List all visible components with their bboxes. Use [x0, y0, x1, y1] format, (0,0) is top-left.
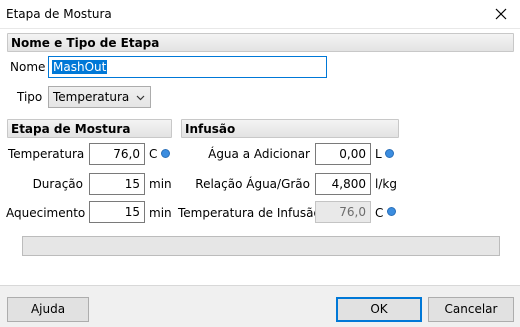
name-input-value: MashOut — [52, 60, 108, 74]
infusion-temperature-unit: C — [375, 206, 384, 220]
duration-unit: min — [149, 177, 172, 191]
heating-label: Aquecimento — [6, 206, 86, 220]
water-indicator-icon[interactable] — [385, 149, 394, 158]
duration-input[interactable]: 15 — [89, 173, 145, 195]
heating-unit: min — [149, 206, 172, 220]
temperature-unit: C — [149, 147, 158, 161]
infusion-section-header: Infusão — [181, 119, 399, 138]
name-input[interactable]: MashOut — [48, 56, 327, 78]
heating-input[interactable]: 15 — [89, 201, 145, 223]
chevron-down-icon — [136, 95, 145, 101]
temperature-input[interactable]: 76,0 — [89, 143, 145, 165]
type-label: Tipo — [17, 90, 43, 104]
infusion-temperature-indicator-icon[interactable] — [387, 207, 396, 216]
temperature-indicator-icon[interactable] — [161, 149, 170, 158]
water-grain-ratio-input[interactable]: 4,800 — [315, 173, 371, 195]
water-to-add-label: Água a Adicionar — [208, 147, 310, 161]
mash-step-section-header: Etapa de Mostura — [7, 119, 172, 138]
temperature-label: Temperatura — [8, 147, 85, 161]
title-bar: Etapa de Mostura — [0, 0, 520, 29]
close-button[interactable] — [488, 2, 514, 26]
type-select[interactable]: Temperatura — [48, 86, 151, 108]
progress-bar — [22, 236, 500, 256]
water-to-add-unit: L — [375, 147, 382, 161]
ok-button[interactable]: OK — [336, 297, 422, 322]
type-select-value: Temperatura — [53, 90, 130, 104]
help-button[interactable]: Ajuda — [7, 297, 89, 322]
close-icon — [495, 8, 507, 20]
cancel-button[interactable]: Cancelar — [428, 297, 514, 322]
window-title: Etapa de Mostura — [6, 7, 112, 21]
infusion-temperature-label: Temperatura de Infusão — [178, 206, 321, 220]
water-grain-ratio-unit: l/kg — [375, 177, 397, 191]
duration-label: Duração — [32, 177, 83, 191]
water-grain-ratio-label: Relação Água/Grão — [195, 177, 310, 191]
step-section-header: Nome e Tipo de Etapa — [7, 33, 514, 52]
water-to-add-input[interactable]: 0,00 — [315, 143, 371, 165]
name-label: Nome — [10, 60, 46, 74]
infusion-temperature-input: 76,0 — [315, 201, 371, 223]
